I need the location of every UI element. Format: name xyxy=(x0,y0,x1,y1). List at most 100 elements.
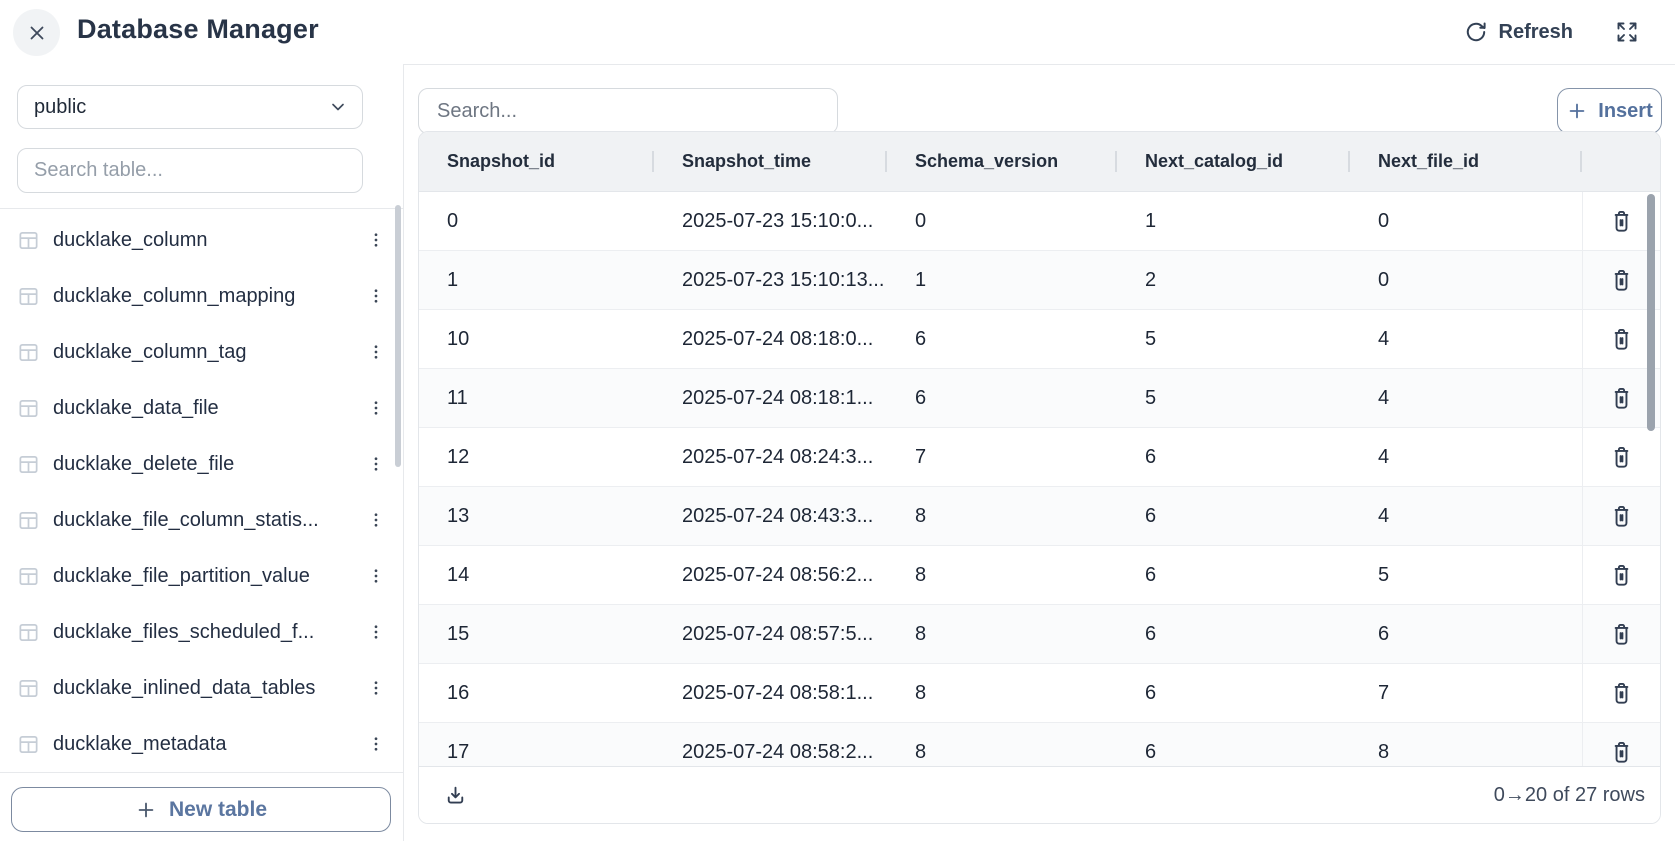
row-actions-cell xyxy=(1582,664,1660,722)
table-options-button[interactable] xyxy=(361,563,391,589)
table-options-button[interactable] xyxy=(361,507,391,533)
table-cell: 8 xyxy=(887,741,1117,764)
table-row[interactable]: 13 2025-07-24 08:43:3... 8 6 4 xyxy=(419,487,1660,546)
trash-icon xyxy=(1608,208,1635,235)
trash-icon xyxy=(1608,267,1635,294)
sidebar-item-table[interactable]: ducklake_column_tag xyxy=(0,324,403,380)
delete-row-button[interactable] xyxy=(1604,735,1639,769)
insert-button[interactable]: Insert xyxy=(1557,88,1662,134)
new-table-button[interactable]: New table xyxy=(11,787,391,832)
delete-row-button[interactable] xyxy=(1604,440,1639,475)
delete-row-button[interactable] xyxy=(1604,263,1639,298)
delete-row-button[interactable] xyxy=(1604,558,1639,593)
delete-row-button[interactable] xyxy=(1604,204,1639,239)
trash-icon xyxy=(1608,621,1635,648)
fullscreen-button[interactable] xyxy=(1613,18,1641,46)
table-icon xyxy=(17,677,40,700)
sidebar-item-table[interactable]: ducklake_column_mapping xyxy=(0,268,403,324)
table-cell: 7 xyxy=(1350,682,1582,705)
table-cell: 6 xyxy=(1117,741,1350,764)
delete-row-button[interactable] xyxy=(1604,322,1639,357)
table-options-button[interactable] xyxy=(361,675,391,701)
new-table-label: New table xyxy=(169,798,267,822)
table-options-button[interactable] xyxy=(361,227,391,253)
table-cell: 2 xyxy=(1117,269,1350,292)
kebab-menu-icon xyxy=(367,511,385,529)
schema-selector[interactable]: public xyxy=(17,85,363,129)
fullscreen-icon xyxy=(1615,20,1639,44)
kebab-menu-icon xyxy=(367,567,385,585)
table-options-button[interactable] xyxy=(361,451,391,477)
sidebar-item-table[interactable]: ducklake_file_column_statis... xyxy=(0,492,403,548)
table-cell: 7 xyxy=(887,446,1117,469)
kebab-menu-icon xyxy=(367,735,385,753)
download-icon xyxy=(443,783,468,808)
table-row[interactable]: 14 2025-07-24 08:56:2... 8 6 5 xyxy=(419,546,1660,605)
database-manager-window: Database Manager Refresh public xyxy=(0,0,1675,841)
column-header[interactable]: Snapshot_id xyxy=(419,151,654,172)
table-row[interactable]: 10 2025-07-24 08:18:0... 6 5 4 xyxy=(419,310,1660,369)
kebab-menu-icon xyxy=(367,287,385,305)
rows-range-label: 0→20 of 27 rows xyxy=(1494,784,1645,807)
table-cell: 2025-07-24 08:56:2... xyxy=(654,564,887,587)
table-name-label: ducklake_delete_file xyxy=(53,453,361,476)
delete-row-button[interactable] xyxy=(1604,381,1639,416)
search-input[interactable] xyxy=(418,88,838,134)
column-header[interactable]: Next_catalog_id xyxy=(1117,151,1350,172)
table-name-label: ducklake_files_scheduled_f... xyxy=(53,621,361,644)
row-actions-cell xyxy=(1582,605,1660,663)
table-options-button[interactable] xyxy=(361,731,391,757)
table-options-button[interactable] xyxy=(361,283,391,309)
download-button[interactable] xyxy=(439,779,472,812)
sidebar-item-table[interactable]: ducklake_files_scheduled_f... xyxy=(0,604,403,660)
delete-row-button[interactable] xyxy=(1604,499,1639,534)
table-cell: 8 xyxy=(1350,741,1582,764)
delete-row-button[interactable] xyxy=(1604,617,1639,652)
table-options-button[interactable] xyxy=(361,395,391,421)
sidebar-item-table[interactable]: ducklake_data_file xyxy=(0,380,403,436)
table-name-label: ducklake_column xyxy=(53,229,361,252)
table-cell: 6 xyxy=(887,328,1117,351)
sidebar-item-table[interactable]: ducklake_inlined_data_tables xyxy=(0,660,403,716)
table-row[interactable]: 11 2025-07-24 08:18:1... 6 5 4 xyxy=(419,369,1660,428)
table-cell: 5 xyxy=(1117,328,1350,351)
table-footer: 0→20 of 27 rows xyxy=(419,766,1660,823)
table-options-button[interactable] xyxy=(361,339,391,365)
table-list: ducklake_column ducklake_column_mapping … xyxy=(0,212,403,772)
table-row[interactable]: 16 2025-07-24 08:58:1... 8 6 7 xyxy=(419,664,1660,723)
table-name-label: ducklake_metadata xyxy=(53,733,361,756)
table-body: 0 2025-07-23 15:10:0... 0 1 0 1 2025-07-… xyxy=(419,192,1660,768)
plus-icon xyxy=(135,799,157,821)
page-title: Database Manager xyxy=(77,14,319,45)
table-name-label: ducklake_file_partition_value xyxy=(53,565,361,588)
table-row[interactable]: 1 2025-07-23 15:10:13... 1 2 0 xyxy=(419,251,1660,310)
close-button[interactable] xyxy=(13,9,60,56)
sidebar-scrollbar[interactable] xyxy=(395,205,401,467)
table-row[interactable]: 0 2025-07-23 15:10:0... 0 1 0 xyxy=(419,192,1660,251)
table-icon xyxy=(17,341,40,364)
table-row[interactable]: 15 2025-07-24 08:57:5... 8 6 6 xyxy=(419,605,1660,664)
table-cell: 1 xyxy=(1117,210,1350,233)
data-table-panel: Snapshot_id Snapshot_time Schema_version… xyxy=(418,131,1661,824)
column-header[interactable]: Snapshot_time xyxy=(654,151,887,172)
table-row[interactable]: 17 2025-07-24 08:58:2... 8 6 8 xyxy=(419,723,1660,768)
column-header[interactable]: Next_file_id xyxy=(1350,151,1582,172)
table-cell: 6 xyxy=(1117,682,1350,705)
row-actions-cell xyxy=(1582,546,1660,604)
column-header[interactable]: Schema_version xyxy=(887,151,1117,172)
sidebar-item-table[interactable]: ducklake_delete_file xyxy=(0,436,403,492)
table-search-input[interactable] xyxy=(17,148,363,193)
sidebar-item-table[interactable]: ducklake_metadata xyxy=(0,716,403,772)
sidebar-item-table[interactable]: ducklake_file_partition_value xyxy=(0,548,403,604)
schema-selector-value: public xyxy=(34,96,86,119)
refresh-button[interactable]: Refresh xyxy=(1458,12,1579,52)
delete-row-button[interactable] xyxy=(1604,676,1639,711)
table-row[interactable]: 12 2025-07-24 08:24:3... 7 6 4 xyxy=(419,428,1660,487)
table-header-row: Snapshot_id Snapshot_time Schema_version… xyxy=(419,132,1660,192)
trash-icon xyxy=(1608,444,1635,471)
sidebar-item-table[interactable]: ducklake_column xyxy=(0,212,403,268)
table-cell: 6 xyxy=(1350,623,1582,646)
table-options-button[interactable] xyxy=(361,619,391,645)
table-name-label: ducklake_file_column_statis... xyxy=(53,509,361,532)
table-scrollbar[interactable] xyxy=(1647,194,1655,431)
